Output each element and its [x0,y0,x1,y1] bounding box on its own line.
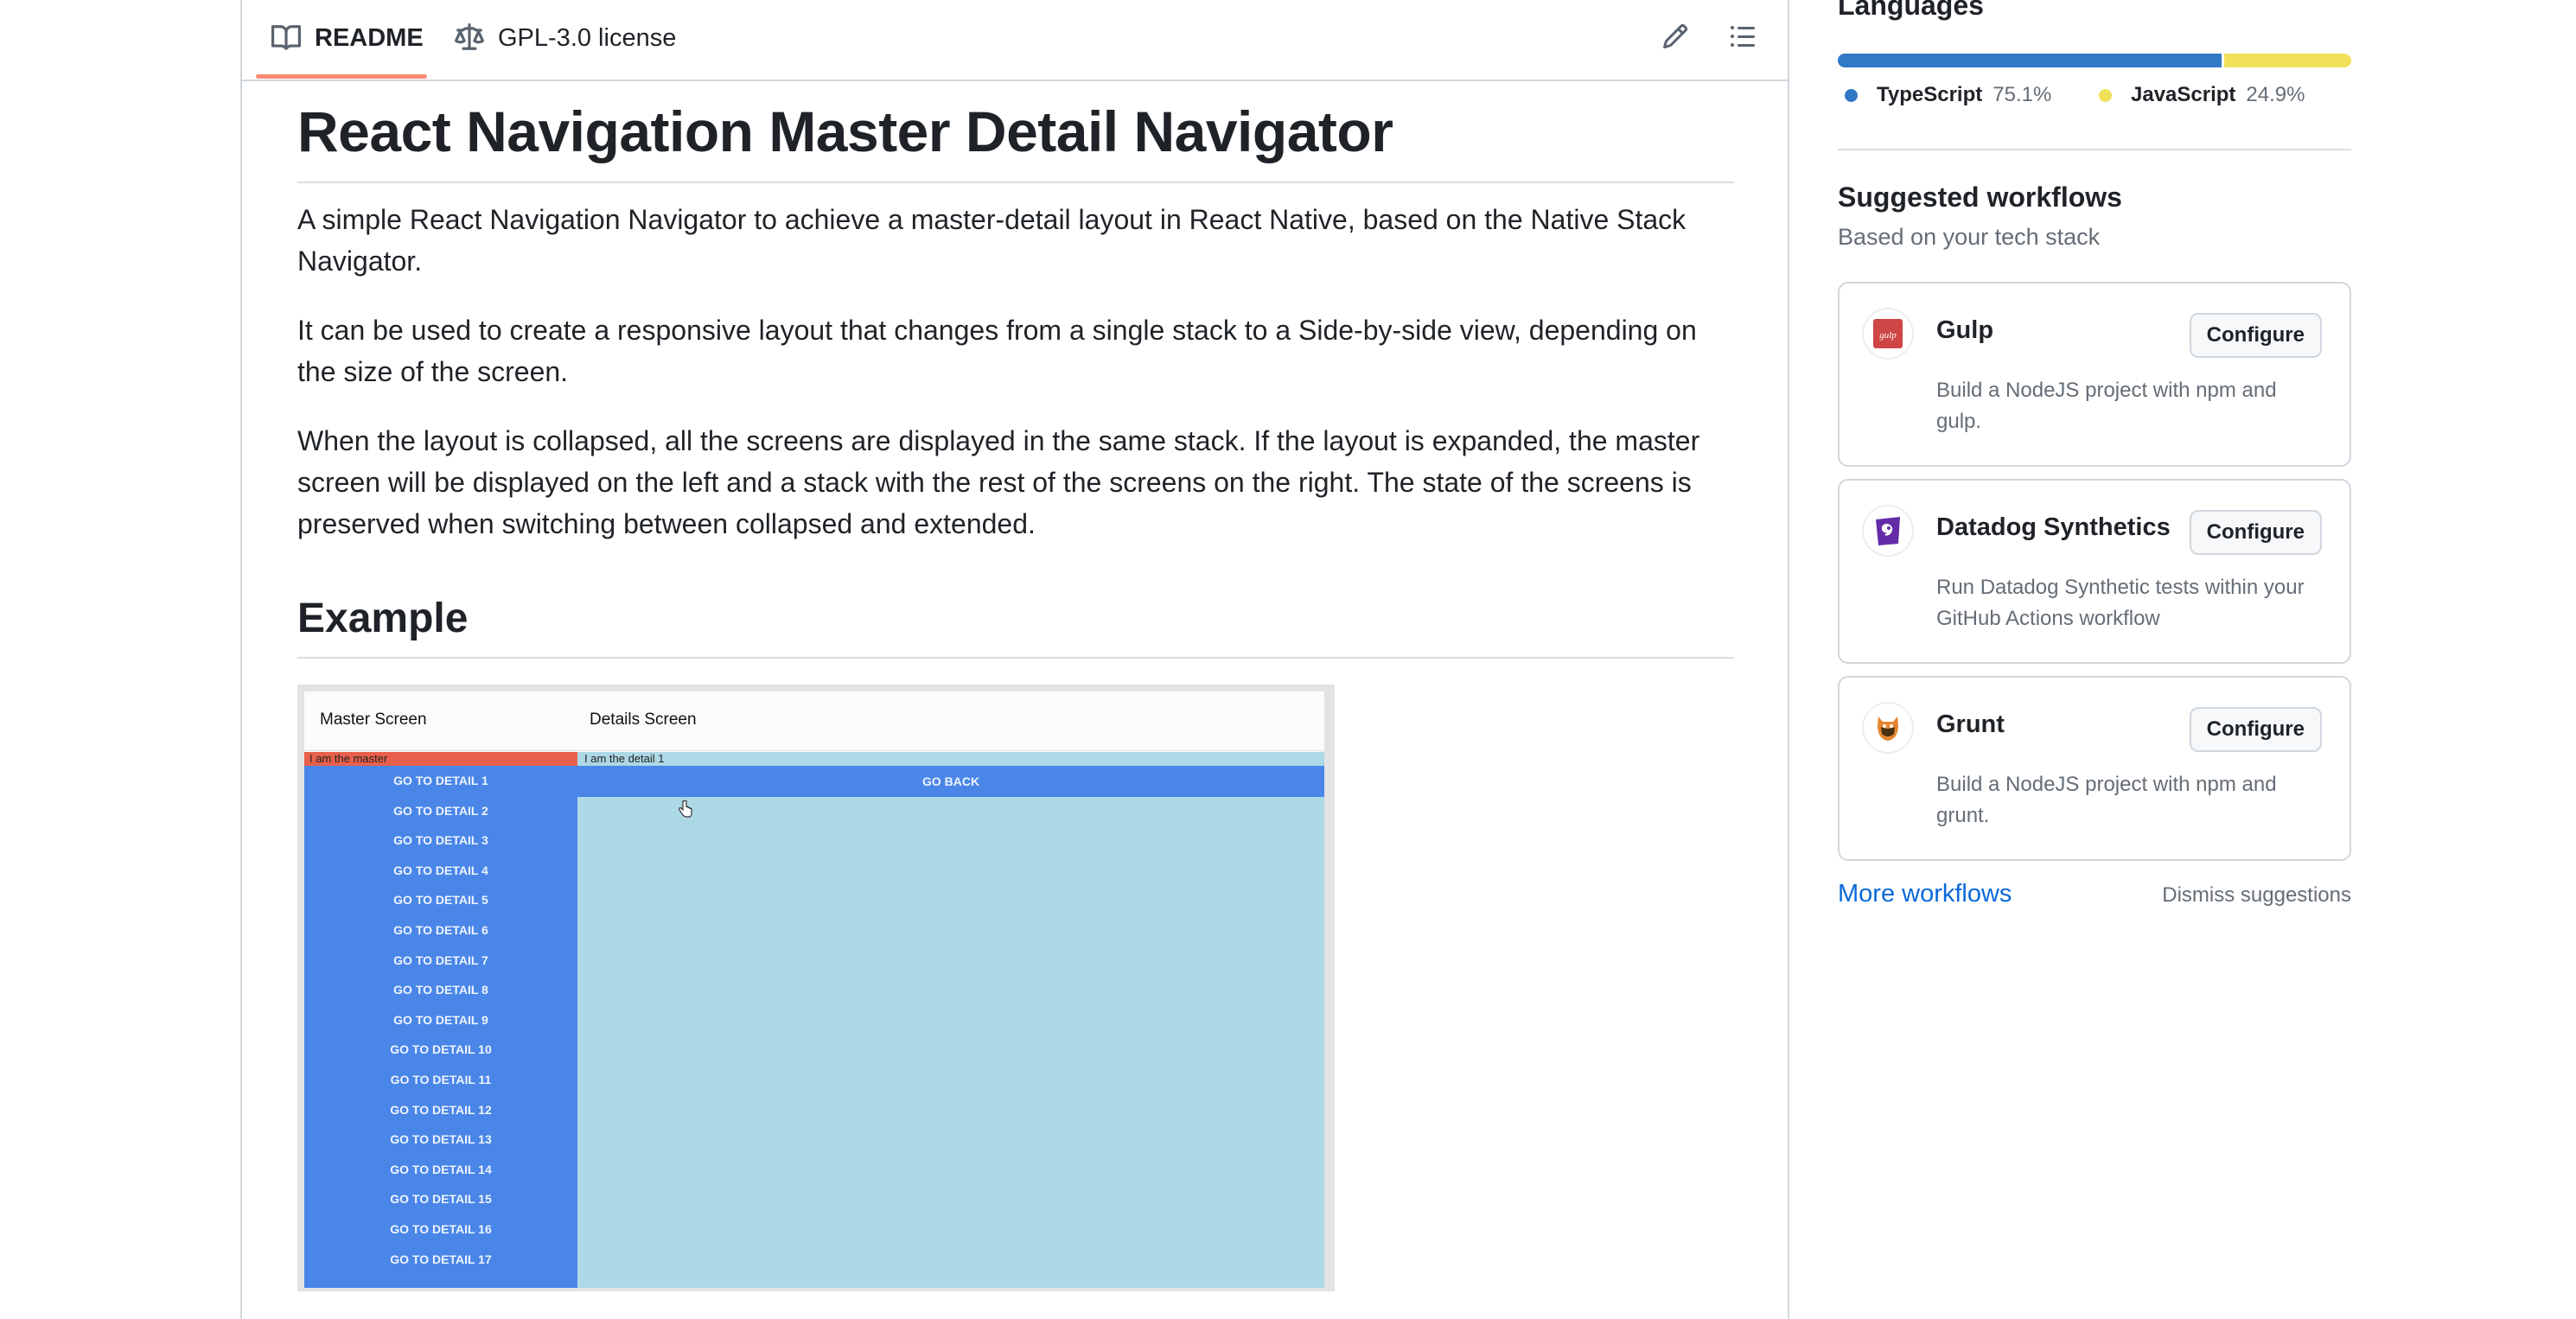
usage-paragraph: It can be used to create a responsive la… [297,315,1697,387]
language-typescript[interactable]: TypeScript 75.1% [1845,83,2051,107]
demo-detail-button: GO TO DETAIL 9 [393,1012,488,1027]
demo-detail-button: GO TO DETAIL 1 [393,774,488,787]
list-icon [1729,22,1757,54]
workflow-description: Build a NodeJS project with npm and gulp… [1936,379,2277,433]
demo-detail-button: GO TO DETAIL 7 [393,953,488,967]
languages-title: Languages [1838,0,1984,21]
workflow-name: Grunt [1936,710,2005,738]
master-pane: I am the master GO TO DETAIL 1 GO TO DETA… [304,752,577,1288]
demo-detail-button: GO TO DETAIL 12 [390,1102,492,1117]
typescript-bar-segment [1838,54,2222,67]
suggested-workflows-subtitle: Based on your tech stack [1838,224,2101,250]
demo-detail-button: GO TO DETAIL 3 [393,833,488,848]
demo-header: Master Screen Details Screen [304,691,1324,751]
javascript-bar-segment [2223,54,2351,67]
demo-detail-button: GO TO DETAIL 15 [390,1192,492,1207]
workflow-card-datadog: Datadog Synthetics Configure Run Datadog… [1838,479,2351,664]
workflow-description: Run Datadog Synthetic tests within your … [1936,576,2305,630]
details-screen-title: Details Screen [590,710,697,729]
master-label: I am the master [304,752,577,766]
example-heading: Example [297,586,1734,659]
book-icon [271,23,301,53]
configure-button[interactable]: Configure [2189,313,2322,358]
tab-readme[interactable]: README [271,0,424,80]
language-bar [1838,54,2351,67]
demo-detail-button: GO TO DETAIL 6 [393,923,488,937]
typescript-dot-icon [1845,88,1858,102]
demo-detail-button: GO TO DETAIL 8 [393,983,488,997]
grunt-logo-icon [1864,704,1912,752]
detail-label: I am the detail 1 [577,752,1324,766]
workflow-name: Datadog Synthetics [1936,513,2171,541]
demo-detail-button: GO TO DETAIL 13 [390,1132,492,1147]
configure-button[interactable]: Configure [2189,510,2322,555]
workflow-description: Build a NodeJS project with npm and grun… [1936,773,2277,827]
intro-paragraph: A simple React Navigation Navigator to a… [297,204,1687,277]
go-back-button: GO BACK [577,766,1324,797]
page-title: React Navigation Master Detail Navigator [297,88,1734,183]
configure-button[interactable]: Configure [2189,707,2322,752]
master-screen-title: Master Screen [320,710,427,729]
svg-text:gulp: gulp [1879,330,1897,341]
pencil-icon [1661,22,1689,54]
scale-icon [455,23,484,53]
language-javascript[interactable]: JavaScript 24.9% [2099,83,2305,107]
active-tab-indicator [256,74,427,79]
tab-readme-label: README [315,23,424,52]
demo-detail-button: GO TO DETAIL 17 [390,1252,492,1266]
edit-button[interactable] [1656,19,1694,57]
workflow-name: Gulp [1936,316,1994,344]
toc-button[interactable] [1724,19,1762,57]
workflow-card-grunt: Grunt Configure Build a NodeJS project w… [1838,676,2351,861]
details-pane: I am the detail 1 GO BACK [577,752,1324,1288]
demo-detail-button: GO TO DETAIL 11 [390,1073,492,1086]
workflow-card-gulp: gulp Gulp Configure Build a NodeJS proje… [1838,282,2351,467]
language-name: JavaScript [2131,83,2236,106]
behavior-paragraph: When the layout is collapsed, all the sc… [297,425,1700,539]
tab-license[interactable]: GPL-3.0 license [455,0,676,80]
demo-detail-button: GO TO DETAIL 14 [390,1162,492,1176]
javascript-dot-icon [2099,88,2112,102]
demo-detail-button: GO TO DETAIL 5 [393,893,488,908]
demo-detail-button: GO TO DETAIL 2 [393,803,488,818]
suggested-workflows-title: Suggested workflows [1838,182,2122,213]
datadog-logo-icon [1864,507,1912,555]
demo-detail-button: GO TO DETAIL 4 [393,863,488,877]
demo-app: Master Screen Details Screen I am the ma… [304,691,1324,1288]
repo-sidebar: Languages TypeScript 75.1% JavaScript 24… [1838,0,2351,1310]
readme-tabbar: README GPL-3.0 license [242,0,1788,81]
demo-gif: Master Screen Details Screen I am the ma… [297,685,1335,1291]
language-percent: 75.1% [1993,83,2052,106]
demo-detail-button: GO TO DETAIL 16 [390,1222,492,1236]
more-workflows-link[interactable]: More workflows [1838,880,2012,908]
tab-license-label: GPL-3.0 license [498,23,677,52]
language-percent: 24.9% [2246,83,2305,106]
gulp-logo-icon: gulp [1864,309,1912,358]
demo-detail-button: GO TO DETAIL 10 [390,1042,492,1057]
sidebar-divider [1838,149,2351,150]
readme-panel: README GPL-3.0 license React Navigation … [240,0,1789,1319]
dismiss-suggestions-link[interactable]: Dismiss suggestions [2162,883,2351,908]
language-name: TypeScript [1877,83,1983,106]
hand-cursor-icon [678,800,693,818]
